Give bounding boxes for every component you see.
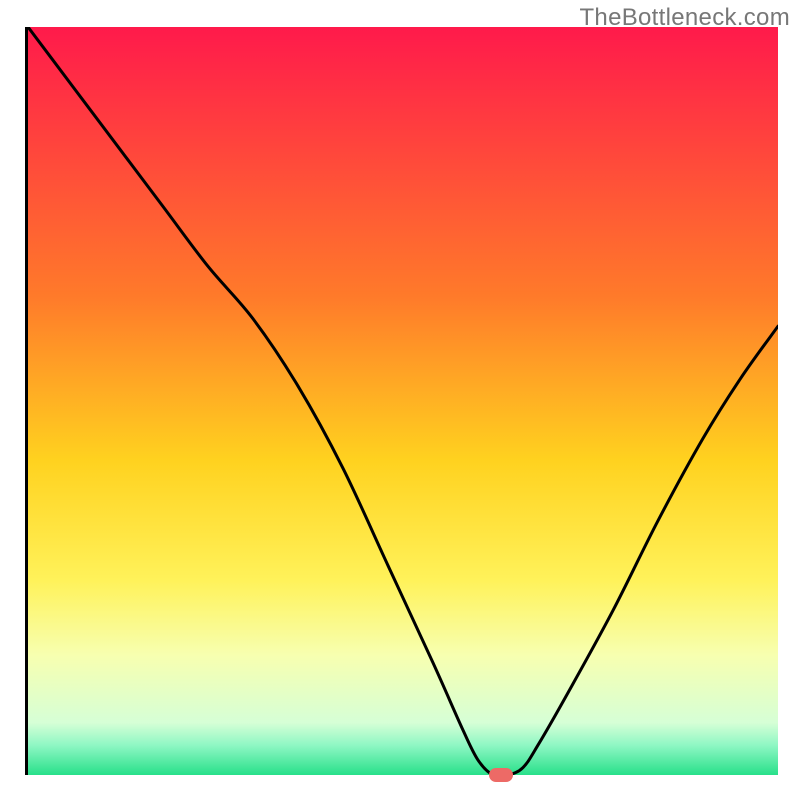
optimum-marker [489, 768, 513, 782]
plot-area [25, 27, 775, 775]
bottleneck-chart: TheBottleneck.com [0, 0, 800, 800]
plot-svg [28, 27, 778, 775]
gradient-background [28, 27, 778, 775]
